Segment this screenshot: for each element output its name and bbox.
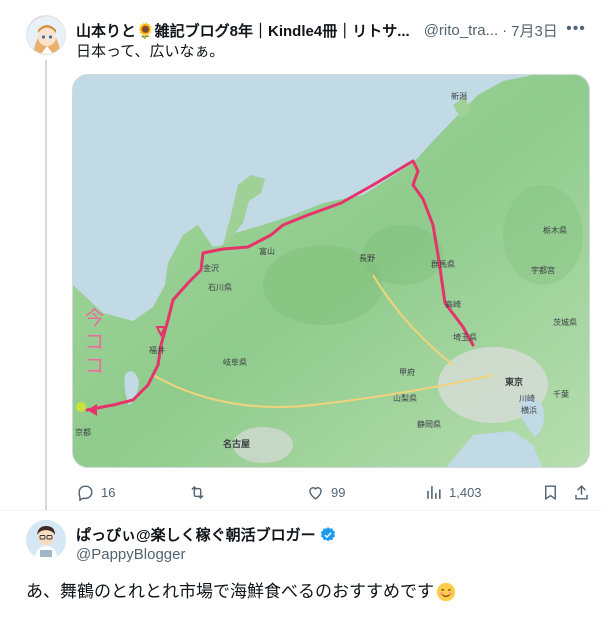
map-label-fukui: 福井 xyxy=(149,345,165,355)
map-label-kawasaki: 川崎 xyxy=(519,393,535,403)
reply-icon xyxy=(78,484,93,501)
map-label-takasaki: 高崎 xyxy=(445,299,461,309)
author-name[interactable]: 山本りと🌻雑記ブログ8年｜Kindle4冊｜リトサ... xyxy=(76,20,410,41)
share-icon xyxy=(575,484,588,500)
reply-text-row: あ、舞鶴のとれとれ市場で海鮮食べるのおすすめです xyxy=(26,580,456,604)
map-label-toyama: 富山 xyxy=(259,246,275,256)
reply-author-name-row: ぱっぴぃ@楽しく稼ぐ朝活ブロガー xyxy=(76,524,337,545)
tweet[interactable]: 山本りと🌻雑記ブログ8年｜Kindle4冊｜リトサ... @rito_tra..… xyxy=(0,0,602,510)
map-label-kofu: 甲府 xyxy=(399,367,415,377)
tweet-date[interactable]: 7月3日 xyxy=(511,20,558,41)
map-label-chiba: 千葉 xyxy=(553,389,569,399)
map-label-nagoya: 名古屋 xyxy=(223,438,250,450)
share-button[interactable] xyxy=(572,480,597,504)
more-options-icon[interactable]: ••• xyxy=(566,19,586,39)
reply-author-avatar[interactable] xyxy=(26,520,66,560)
repost-button[interactable] xyxy=(188,480,213,504)
repost-icon xyxy=(191,485,204,499)
view-count: 1,403 xyxy=(449,484,482,500)
tweet-actions: 16 99 1,403 xyxy=(76,480,588,504)
author-avatar[interactable] xyxy=(26,15,66,55)
map-label-shizuoka: 静岡県 xyxy=(417,419,441,429)
map-image[interactable]: 新潟 富山 金沢 石川県 福井 長野 群馬県 高崎 宇都宮 栃木県 茨城県 埼玉… xyxy=(72,74,590,468)
divider xyxy=(0,510,602,511)
reply-author-handle[interactable]: @PappyBlogger xyxy=(76,546,185,563)
heart-icon xyxy=(309,486,322,500)
map-label-niigata: 新潟 xyxy=(451,91,467,101)
reply-count: 16 xyxy=(101,484,116,500)
like-count: 99 xyxy=(331,484,346,500)
map-label-nagano: 長野 xyxy=(359,254,375,263)
map-graphic: 新潟 富山 金沢 石川県 福井 長野 群馬県 高崎 宇都宮 栃木県 茨城県 埼玉… xyxy=(73,75,589,467)
map-label-kanazawa: 金沢 xyxy=(203,263,219,273)
map-label-tokyo: 東京 xyxy=(505,376,523,388)
map-label-ibaraki: 茨城県 xyxy=(553,317,577,327)
author-handle[interactable]: @rito_tra... xyxy=(424,22,498,39)
reply-author-name[interactable]: ぱっぴぃ@楽しく稼ぐ朝活ブロガー xyxy=(76,524,316,545)
map-annotation: 今ココ xyxy=(81,307,105,379)
map-label-tochigi: 栃木県 xyxy=(543,225,567,235)
map-label-kyoto: 京都 xyxy=(75,427,91,437)
map-label-yokohama: 横浜 xyxy=(521,405,537,415)
map-label-ishikawa: 石川県 xyxy=(208,283,232,292)
views-button[interactable]: 1,403 xyxy=(424,480,482,504)
reply-text: あ、舞鶴のとれとれ市場で海鮮食べるのおすすめです xyxy=(26,582,434,601)
map-label-yamanashi: 山梨県 xyxy=(393,393,417,403)
thread-line xyxy=(45,60,47,510)
bookmark-button[interactable] xyxy=(541,480,566,504)
bookmark-icon xyxy=(545,484,556,500)
map-label-utsunomiya: 宇都宮 xyxy=(531,265,555,275)
smiling-blush-emoji-icon xyxy=(436,582,456,602)
tweet-text: 日本って、広いなぁ。 xyxy=(76,43,225,60)
map-label-gunma: 群馬県 xyxy=(431,259,455,269)
like-button[interactable]: 99 xyxy=(306,480,345,504)
reply-button[interactable]: 16 xyxy=(76,480,115,504)
map-label-saitama: 埼玉県 xyxy=(453,332,477,342)
tweet-header: 山本りと🌻雑記ブログ8年｜Kindle4冊｜リトサ... @rito_tra..… xyxy=(76,19,586,41)
views-chart-icon xyxy=(427,485,441,499)
map-label-gifu: 岐阜県 xyxy=(223,357,247,367)
separator-dot: · xyxy=(502,21,508,39)
verified-badge-icon xyxy=(320,526,335,541)
